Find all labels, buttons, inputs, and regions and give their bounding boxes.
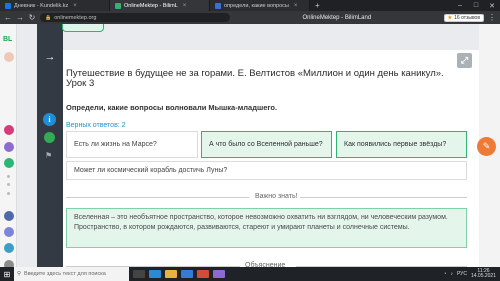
subject-icon[interactable] [4, 142, 14, 152]
flag-icon[interactable]: ⚑ [45, 151, 52, 160]
edge-icon[interactable] [149, 270, 161, 278]
tab-label: Дневник - Kundelik.kz [14, 2, 69, 9]
new-tab-button[interactable]: + [310, 0, 325, 11]
section-divider [66, 197, 249, 198]
tab-label: OnlineMektep - BilimL [124, 2, 178, 9]
expand-icon[interactable]: ⤢ [457, 53, 472, 68]
chrome-icon[interactable] [197, 270, 209, 278]
subject-icon[interactable] [4, 158, 14, 168]
menu-dots-icon[interactable]: ⋮ [488, 13, 496, 22]
windows-start-icon[interactable]: ⊞ [0, 267, 14, 281]
tab-kundelik[interactable]: Дневник - Kundelik.kz × [0, 0, 110, 11]
clock[interactable]: 11:26 14.05.2021 [470, 268, 496, 280]
close-window-icon[interactable]: ✕ [484, 0, 500, 11]
subject-icon[interactable] [4, 211, 14, 221]
previous-option-stub [62, 24, 104, 32]
date: 14.05.2021 [470, 273, 496, 279]
bilimland-logo: BL [3, 36, 13, 43]
url-field[interactable]: 🔒 onlinemektep.org [40, 13, 230, 22]
answer-option-selected[interactable]: А что было со Вселенной раньше? [201, 131, 332, 158]
volume-icon[interactable]: ♪ [450, 271, 453, 277]
kundelik-favicon-icon [5, 2, 11, 9]
star-icon: ★ [447, 14, 453, 21]
tab-label: определи, какие вопросы [224, 2, 289, 9]
important-heading: Важно знать! [255, 193, 298, 200]
app-left-rail: BL [0, 24, 17, 270]
avatar[interactable] [4, 52, 14, 62]
subject-icon[interactable] [4, 125, 14, 135]
tab-onlinemektep[interactable]: OnlineMektep - BilimL × [110, 0, 210, 11]
nav-dot-icon[interactable] [7, 175, 10, 178]
answer-option-selected[interactable]: Как появились первые звёзды? [336, 131, 467, 158]
correct-answers-count: Верных ответов: 2 [66, 122, 126, 129]
subject-icon[interactable] [4, 227, 14, 237]
explorer-icon[interactable] [165, 270, 177, 278]
search-icon: ⚲ [17, 271, 22, 277]
store-icon[interactable] [181, 270, 193, 278]
question-text: Определи, какие вопросы волновали Мышкa-… [66, 103, 278, 112]
nav-dot-icon[interactable] [7, 192, 10, 195]
app-icon[interactable] [213, 270, 225, 278]
onlinemektep-favicon-icon [115, 2, 121, 9]
taskbar-search[interactable]: ⚲ Введите здесь текст для поиска [14, 267, 129, 281]
subject-icon[interactable] [4, 243, 14, 253]
forward-icon[interactable]: → [16, 13, 24, 22]
back-icon[interactable]: ← [4, 13, 12, 22]
lesson-title: Путешествие в будущее не за горами. Е. В… [66, 68, 444, 89]
windows-taskbar: ⊞ ⚲ Введите здесь текст для поиска ◔ ♪ Р… [0, 267, 500, 281]
info-icon[interactable]: i [43, 113, 56, 126]
language-indicator[interactable]: РУС [457, 271, 467, 277]
info-box: Вселенная – это необъятное пространство,… [66, 208, 467, 248]
task-view-icon[interactable] [133, 270, 145, 278]
hint-bulb-icon[interactable] [44, 132, 55, 143]
chat-bubble-icon[interactable]: ✎ [477, 137, 496, 156]
answer-option[interactable]: Есть ли жизнь на Марсе? [66, 131, 198, 158]
search-favicon-icon [215, 2, 221, 9]
nav-dot-icon[interactable] [7, 183, 10, 186]
close-tab-icon[interactable]: × [183, 3, 187, 9]
answer-option[interactable]: Может ли космический корабль достичь Лун… [66, 161, 467, 180]
window-controls: – □ ✕ [452, 0, 500, 11]
reviews-badge[interactable]: ★ 16 отзывов [443, 13, 484, 22]
maximize-icon[interactable]: □ [468, 0, 484, 11]
system-tray: ◔ ♪ РУС 11:26 14.05.2021 [443, 268, 500, 280]
tab-search[interactable]: определи, какие вопросы × [210, 0, 310, 11]
minimize-icon[interactable]: – [452, 0, 468, 11]
reviews-label: 16 отзывов [454, 14, 480, 21]
close-tab-icon[interactable]: × [73, 3, 77, 9]
lock-icon: 🔒 [45, 14, 52, 21]
page-title: OnlineMektep - BilimLand [302, 14, 372, 21]
next-arrow-icon[interactable]: → [41, 51, 59, 67]
wifi-icon[interactable]: ◔ [443, 271, 446, 277]
section-divider [300, 197, 467, 198]
reload-icon[interactable]: ↻ [28, 13, 36, 22]
url-text: onlinemektep.org [54, 14, 97, 21]
taskbar-search-placeholder: Введите здесь текст для поиска [24, 271, 106, 277]
close-tab-icon[interactable]: × [294, 3, 298, 9]
address-bar: ← → ↻ 🔒 onlinemektep.org OnlineMektep - … [0, 11, 500, 24]
browser-tab-bar: Дневник - Kundelik.kz × OnlineMektep - B… [0, 0, 500, 11]
